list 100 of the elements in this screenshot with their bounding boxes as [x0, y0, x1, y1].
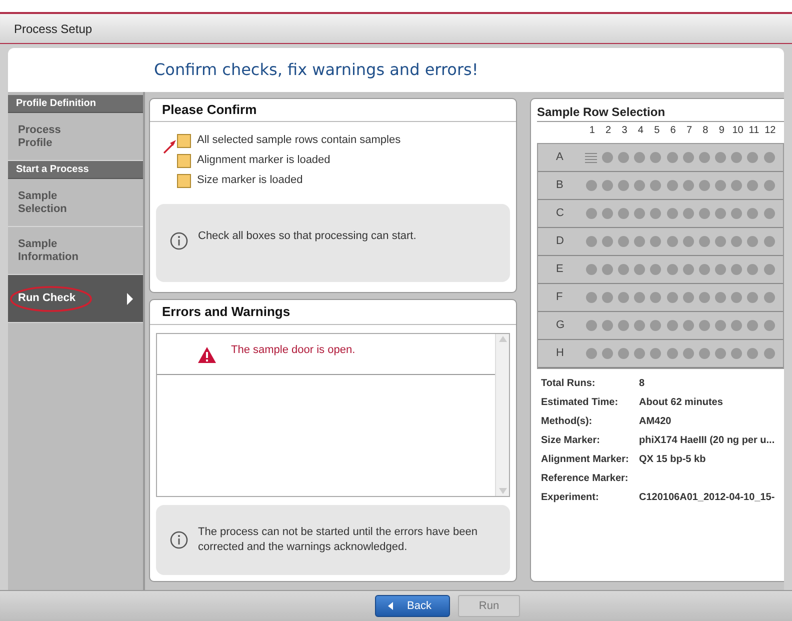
well-icon: [682, 320, 694, 331]
well-icon: [731, 180, 742, 191]
well-icon: [602, 236, 613, 247]
well-icon: [602, 264, 613, 275]
well-icon: [650, 208, 662, 219]
column-number: 11: [748, 124, 760, 138]
well-icon: [618, 320, 629, 331]
section-header: Start a Process: [8, 161, 143, 179]
back-button[interactable]: Back: [375, 595, 450, 617]
well-icon: [634, 292, 646, 303]
well-icon: [602, 208, 613, 219]
well-icon: [618, 348, 629, 359]
column-number: 10: [731, 124, 744, 138]
well-icon: [666, 292, 678, 303]
warning-icon: [197, 346, 217, 364]
well-icon: [764, 292, 775, 303]
well-icon: [586, 348, 597, 359]
well-icon: [650, 292, 662, 303]
well-icon: [731, 264, 742, 275]
well-icon: [698, 320, 710, 331]
info-icon: [170, 232, 188, 250]
well-icon: [618, 292, 629, 303]
well-icon: [586, 292, 597, 303]
caret-icon: [127, 292, 133, 304]
info-icon: [170, 531, 188, 549]
well-icon: [764, 180, 775, 191]
well-icon: [666, 320, 678, 331]
column-number: 6: [669, 124, 677, 138]
detail-value: About 62 minutes: [639, 396, 723, 410]
well-icon: [618, 152, 629, 163]
well-icon: [650, 348, 662, 359]
well-icon: [618, 264, 629, 275]
checkbox-label: Alignment marker is loaded: [197, 153, 330, 168]
detail-label: Size Marker:: [541, 434, 601, 448]
checkbox-label: Size marker is loaded: [197, 173, 303, 188]
well-icon: [650, 264, 662, 275]
column-number: 9: [718, 124, 726, 138]
well-icon: [666, 348, 678, 359]
well-icon: [682, 292, 694, 303]
panel-title: Sample Row Selection: [537, 103, 784, 122]
well-icon: [715, 180, 726, 191]
well-icon: [731, 152, 742, 163]
well-icon: [650, 152, 662, 163]
well-icon: [650, 320, 662, 331]
well-icon: [715, 152, 726, 163]
well-icon: [634, 180, 646, 191]
well-icon: [682, 208, 694, 219]
detail-label: Alignment Marker:: [541, 452, 630, 466]
detail-label: Experiment:: [541, 490, 600, 504]
sidebar-item[interactable]: Run Check: [8, 275, 143, 323]
checkbox[interactable]: [177, 154, 191, 168]
column-number: 3: [620, 124, 628, 138]
well-icon: [747, 152, 758, 163]
well-icon: [602, 152, 613, 163]
checkbox[interactable]: [177, 134, 191, 148]
well-icon: [715, 292, 726, 303]
well-icon: [634, 348, 646, 359]
detail-label: Estimated Time:: [541, 396, 620, 410]
detail-value: phiX174 HaeIII (20 ng per u...: [639, 434, 775, 448]
well-icon: [586, 180, 597, 191]
column-number: 7: [685, 124, 693, 138]
well-icon: [634, 236, 646, 247]
detail-value: QX 15 bp-5 kb: [639, 452, 706, 466]
well-icon: [764, 348, 775, 359]
well-icon: [698, 348, 710, 359]
well-icon: [586, 208, 597, 219]
well-icon: [602, 348, 613, 359]
well-icon: [731, 236, 742, 247]
arrow-annotation: [163, 138, 177, 154]
well-icon: [764, 320, 775, 331]
well-icon: [682, 180, 694, 191]
detail-label: Total Runs:: [541, 376, 596, 390]
well-icon: [715, 236, 726, 247]
well-icon: [586, 264, 597, 275]
column-number: 5: [653, 124, 661, 138]
ladder-icon: [585, 152, 598, 164]
well-icon: [698, 152, 710, 163]
well-icon: [731, 348, 742, 359]
well-icon: [634, 152, 646, 163]
well-icon: [764, 152, 775, 163]
panel-title: Errors and Warnings: [162, 302, 290, 321]
well-icon: [764, 264, 775, 275]
well-icon: [682, 348, 694, 359]
well-icon: [650, 180, 662, 191]
info-text: The process can not be started until the errors have been corrected and the warnings acknowledged.: [198, 525, 478, 555]
checkbox[interactable]: [177, 174, 191, 188]
well-icon: [698, 208, 710, 219]
well-icon: [682, 264, 694, 275]
well-icon: [715, 208, 726, 219]
well-icon: [634, 208, 646, 219]
detail-value: C120106A01_2012-04-10_15-: [639, 490, 775, 504]
well-icon: [666, 180, 678, 191]
well-icon: [586, 320, 597, 331]
well-icon: [698, 292, 710, 303]
well-icon: [602, 180, 613, 191]
detail-label: Method(s):: [541, 414, 594, 428]
well-icon: [666, 208, 678, 219]
well-icon: [634, 264, 646, 275]
well-icon: [715, 348, 726, 359]
column-number: 12: [764, 124, 777, 138]
